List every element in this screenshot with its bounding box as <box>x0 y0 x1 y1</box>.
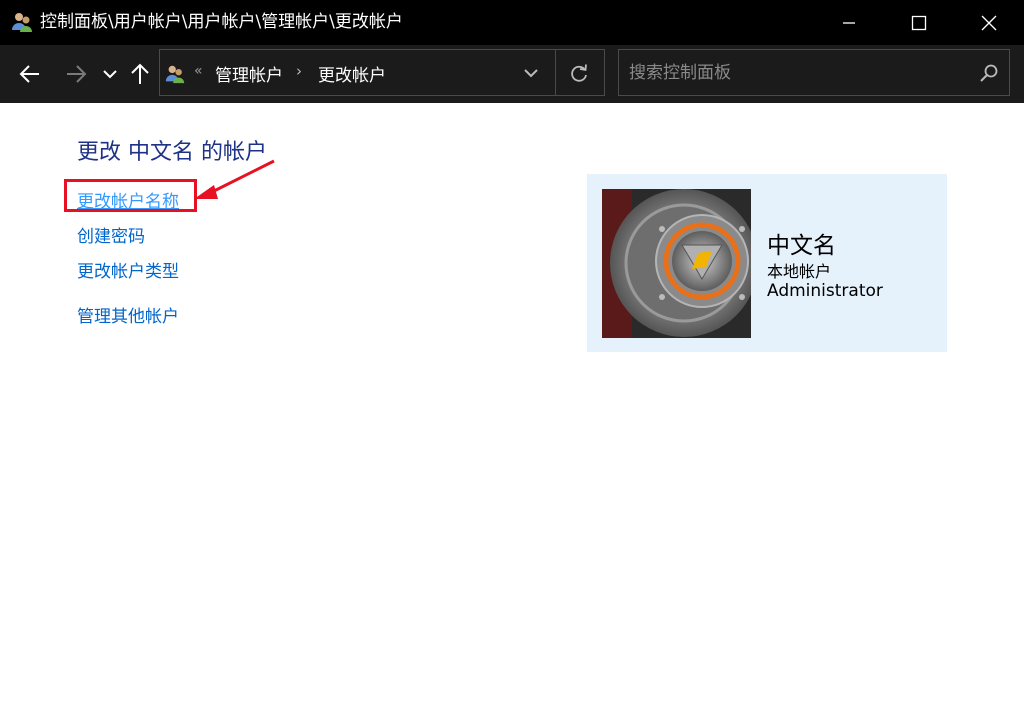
navigation-bar: « 管理帐户 › 更改帐户 <box>0 45 1024 103</box>
refresh-icon[interactable] <box>568 62 590 84</box>
recent-dropdown-icon <box>103 70 117 79</box>
recent-locations-button[interactable] <box>100 61 120 87</box>
maximize-icon <box>911 15 927 30</box>
minimize-icon <box>843 21 855 24</box>
search-icon[interactable] <box>979 63 999 83</box>
account-role-label: Administrator <box>767 281 883 301</box>
up-button[interactable] <box>128 61 152 87</box>
account-card: 中文名 本地帐户 Administrator <box>587 174 947 352</box>
breadcrumb-manage-accounts[interactable]: 管理帐户 <box>215 61 283 86</box>
close-button[interactable] <box>954 0 1024 45</box>
annotation-highlight-box <box>64 179 197 212</box>
back-button[interactable] <box>16 61 44 87</box>
main-content: 更改 中文名 的帐户 更改帐户名称 创建密码 更改帐户类型 管理其他帐户 中文名… <box>0 103 1024 716</box>
chevron-down-icon[interactable] <box>522 65 540 81</box>
search-input[interactable] <box>627 58 961 88</box>
avatar <box>602 189 751 338</box>
account-name: 中文名 <box>767 233 836 259</box>
users-icon <box>12 13 32 32</box>
change-account-type-link[interactable]: 更改帐户类型 <box>77 257 179 282</box>
close-icon <box>981 15 997 30</box>
users-icon <box>165 65 185 84</box>
address-divider <box>555 50 556 95</box>
up-arrow-icon <box>131 63 149 84</box>
forward-arrow-icon <box>67 65 87 83</box>
breadcrumb-change-account[interactable]: 更改帐户 <box>318 61 386 86</box>
back-arrow-icon <box>19 65 39 83</box>
minimize-button[interactable] <box>814 0 884 45</box>
window-title: 控制面板\用户帐户\用户帐户\管理帐户\更改帐户 <box>40 12 403 32</box>
manage-other-accounts-link[interactable]: 管理其他帐户 <box>77 302 179 327</box>
breadcrumb-overflow[interactable]: « <box>194 63 203 79</box>
search-box[interactable] <box>618 49 1010 96</box>
create-password-link[interactable]: 创建密码 <box>77 222 145 247</box>
title-bar: 控制面板\用户帐户\用户帐户\管理帐户\更改帐户 <box>0 0 1024 45</box>
annotation-arrow-icon <box>194 159 275 199</box>
account-type-label: 本地帐户 <box>767 262 832 281</box>
maximize-button[interactable] <box>884 0 954 45</box>
forward-button[interactable] <box>62 61 90 87</box>
breadcrumb-separator[interactable]: › <box>296 62 302 80</box>
address-bar[interactable]: « 管理帐户 › 更改帐户 <box>159 49 605 96</box>
